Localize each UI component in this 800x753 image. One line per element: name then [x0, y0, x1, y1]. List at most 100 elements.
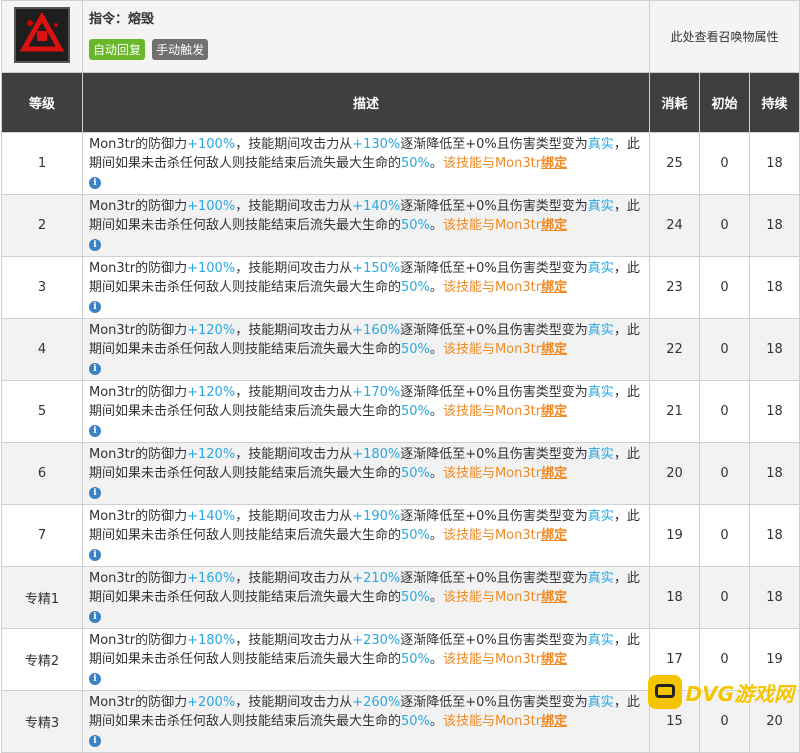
duration-cell: 18 [748, 256, 800, 319]
desc-text: 。 [429, 280, 443, 295]
true-damage-term[interactable]: 真实 [588, 199, 614, 214]
col-duration: 持续 [748, 72, 800, 133]
col-cost: 消耗 [649, 72, 700, 133]
bind-link[interactable]: 绑定 [541, 342, 567, 357]
true-damage-term[interactable]: 真实 [588, 137, 614, 152]
info-icon[interactable]: i [89, 610, 101, 623]
desc-text: Mon3tr的防御力 [89, 447, 188, 462]
duration-cell: 18 [748, 566, 800, 629]
level-cell: 2 [1, 194, 83, 257]
skill-page: 指令：熔毁 自动回复 手动触发 此处查看召唤物属性 等级 描述 消耗 初始 持续… [0, 0, 800, 753]
desc-text: Mon3tr的防御力 [89, 633, 188, 648]
info-icon[interactable]: i [89, 362, 101, 375]
cost-cell: 21 [649, 380, 700, 443]
col-level: 等级 [1, 72, 83, 133]
info-icon[interactable]: i [89, 238, 101, 251]
bind-note: 该技能与Mon3tr [442, 652, 542, 667]
cost-cell: 24 [649, 194, 700, 257]
true-damage-term[interactable]: 真实 [588, 323, 614, 338]
skill-title-cell: 指令：熔毁 自动回复 手动触发 [82, 0, 650, 73]
desc-text: ，技能期间攻击力从 [235, 447, 353, 462]
atk-bonus: +150% [352, 261, 401, 276]
desc-text: Mon3tr的防御力 [89, 695, 188, 710]
desc-text: ，技能期间攻击力从 [235, 633, 353, 648]
bind-note: 该技能与Mon3tr [442, 218, 542, 233]
true-damage-term[interactable]: 真实 [588, 447, 614, 462]
true-damage-term[interactable]: 真实 [588, 261, 614, 276]
bind-link[interactable]: 绑定 [541, 404, 567, 419]
hp-loss-value: 50% [401, 156, 430, 171]
desc-text: ，技能期间攻击力从 [235, 137, 353, 152]
bind-link[interactable]: 绑定 [541, 714, 567, 729]
desc-text: 。 [429, 590, 443, 605]
duration-cell: 18 [748, 442, 800, 505]
atk-bonus: +210% [352, 571, 401, 586]
description-cell: Mon3tr的防御力+140%，技能期间攻击力从+190%逐渐降低至+0%且伤害… [82, 504, 650, 567]
desc-text: 。 [429, 528, 443, 543]
true-damage-term[interactable]: 真实 [588, 509, 614, 524]
description-cell: Mon3tr的防御力+120%，技能期间攻击力从+160%逐渐降低至+0%且伤害… [82, 318, 650, 381]
bind-note: 该技能与Mon3tr [442, 590, 542, 605]
cost-cell: 19 [649, 504, 700, 567]
hp-loss-value: 50% [401, 342, 430, 357]
true-damage-term[interactable]: 真实 [588, 695, 614, 710]
bind-note: 该技能与Mon3tr [442, 280, 542, 295]
bind-link[interactable]: 绑定 [541, 280, 567, 295]
initial-cell: 0 [699, 132, 750, 195]
bind-link[interactable]: 绑定 [541, 528, 567, 543]
true-damage-term[interactable]: 真实 [588, 385, 614, 400]
desc-text: 。 [429, 156, 443, 171]
hp-loss-value: 50% [401, 528, 430, 543]
info-icon[interactable]: i [89, 672, 101, 685]
cost-cell: 22 [649, 318, 700, 381]
skill-header-row: 指令：熔毁 自动回复 手动触发 此处查看召唤物属性 [1, 0, 800, 73]
desc-text: ，技能期间攻击力从 [235, 509, 353, 524]
bind-link[interactable]: 绑定 [541, 218, 567, 233]
description-cell: Mon3tr的防御力+180%，技能期间攻击力从+230%逐渐降低至+0%且伤害… [82, 628, 650, 691]
summon-attributes-link[interactable]: 此处查看召唤物属性 [648, 0, 800, 73]
summon-attributes-label[interactable]: 此处查看召唤物属性 [671, 30, 779, 44]
bind-note: 该技能与Mon3tr [442, 404, 542, 419]
bind-link[interactable]: 绑定 [541, 590, 567, 605]
atk-bonus: +160% [352, 323, 401, 338]
tag-manual-trigger: 手动触发 [152, 39, 209, 60]
desc-text: 。 [429, 342, 443, 357]
hp-loss-value: 50% [401, 280, 430, 295]
info-icon[interactable]: i [89, 424, 101, 437]
table-row: 4 Mon3tr的防御力+120%，技能期间攻击力从+160%逐渐降低至+0%且伤… [1, 318, 800, 381]
level-cell: 3 [1, 256, 83, 319]
bind-link[interactable]: 绑定 [541, 652, 567, 667]
desc-text: Mon3tr的防御力 [89, 571, 188, 586]
bind-link[interactable]: 绑定 [541, 466, 567, 481]
bind-note: 该技能与Mon3tr [442, 714, 542, 729]
duration-cell: 18 [748, 504, 800, 567]
table-row: 专精1 Mon3tr的防御力+160%，技能期间攻击力从+210%逐渐降低至+0%… [1, 566, 800, 629]
info-icon[interactable]: i [89, 548, 101, 561]
desc-text: 逐渐降低至+0%且伤害类型变为 [400, 571, 588, 586]
column-header-row: 等级 描述 消耗 初始 持续 [1, 72, 800, 133]
desc-text: Mon3tr的防御力 [89, 199, 188, 214]
bind-note: 该技能与Mon3tr [442, 466, 542, 481]
true-damage-term[interactable]: 真实 [588, 633, 614, 648]
bind-note: 该技能与Mon3tr [442, 156, 542, 171]
level-cell: 4 [1, 318, 83, 381]
true-damage-term[interactable]: 真实 [588, 571, 614, 586]
cost-cell: 18 [649, 566, 700, 629]
desc-text: 。 [429, 714, 443, 729]
info-icon[interactable]: i [89, 176, 101, 189]
bind-link[interactable]: 绑定 [541, 156, 567, 171]
atk-bonus: +260% [352, 695, 401, 710]
info-icon[interactable]: i [89, 734, 101, 747]
desc-text: 逐渐降低至+0%且伤害类型变为 [400, 695, 588, 710]
info-icon[interactable]: i [89, 486, 101, 499]
description-cell: Mon3tr的防御力+120%，技能期间攻击力从+170%逐渐降低至+0%且伤害… [82, 380, 650, 443]
desc-text: Mon3tr的防御力 [89, 137, 188, 152]
duration-cell: 18 [748, 380, 800, 443]
desc-text: ，技能期间攻击力从 [235, 261, 353, 276]
desc-text: ，技能期间攻击力从 [235, 199, 353, 214]
def-bonus: +120% [187, 385, 236, 400]
initial-cell: 0 [699, 380, 750, 443]
description-cell: Mon3tr的防御力+100%，技能期间攻击力从+150%逐渐降低至+0%且伤害… [82, 256, 650, 319]
info-icon[interactable]: i [89, 300, 101, 313]
description-cell: Mon3tr的防御力+200%，技能期间攻击力从+260%逐渐降低至+0%且伤害… [82, 690, 650, 753]
